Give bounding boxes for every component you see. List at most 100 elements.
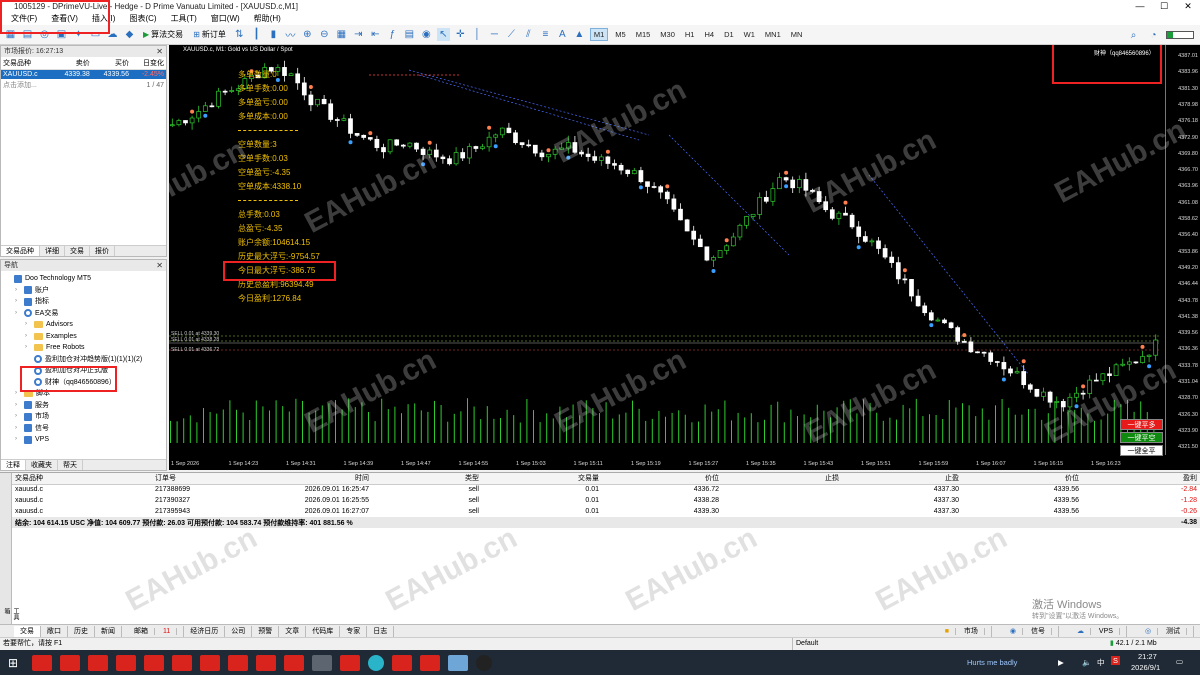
notification-center-icon[interactable]: ▭: [1176, 657, 1183, 666]
signals-link[interactable]: ◉ 信号: [998, 626, 1059, 637]
position-tp[interactable]: 4337.30: [842, 495, 962, 506]
menu-help[interactable]: 帮助(H): [247, 13, 288, 24]
position-row[interactable]: xauusd.c 217388699 2026.09.01 16:25:47 s…: [12, 484, 1200, 495]
col-bid[interactable]: 卖价: [52, 57, 92, 70]
clock-date[interactable]: 2026/9/1: [1131, 663, 1160, 672]
mt5-app-icon[interactable]: [284, 654, 305, 671]
shapes-icon[interactable]: ▲: [573, 28, 586, 41]
tab-news[interactable]: 新闻: [95, 625, 122, 637]
windows-start-icon[interactable]: ⊞: [8, 656, 18, 670]
horizontal-line-icon[interactable]: ─: [488, 28, 501, 41]
expand-arrow-icon[interactable]: ›: [15, 434, 21, 446]
tab-favorites[interactable]: 收藏夹: [26, 460, 58, 470]
menu-tools[interactable]: 工具(T): [164, 13, 204, 24]
mt5-app-icon[interactable]: [172, 654, 193, 671]
nav-item[interactable]: › EA交易: [3, 308, 166, 320]
tab-symbols[interactable]: 交易品种: [1, 246, 40, 256]
vertical-line-icon[interactable]: │: [471, 28, 484, 41]
timeframe-mn[interactable]: MN: [788, 29, 806, 40]
col-time[interactable]: 时间: [272, 473, 372, 485]
tab-exposure[interactable]: 敞口: [41, 625, 68, 637]
tester-link[interactable]: ◎ 测试: [1133, 626, 1194, 637]
nav-item[interactable]: › 市场: [3, 411, 166, 423]
nav-item[interactable]: › 信号: [3, 423, 166, 435]
minimize-button[interactable]: —: [1128, 0, 1152, 12]
indicators-icon[interactable]: ƒ: [386, 28, 399, 41]
nav-item[interactable]: › Free Robots: [3, 342, 166, 354]
timeframe-m5[interactable]: M5: [612, 29, 628, 40]
autoscroll-icon[interactable]: ⇥: [352, 28, 365, 41]
mt5-app-icon[interactable]: [144, 654, 165, 671]
expand-arrow-icon[interactable]: ›: [15, 296, 21, 308]
ide-icon[interactable]: ◆: [123, 28, 136, 41]
position-tp[interactable]: 4337.30: [842, 506, 962, 517]
trendline-icon[interactable]: ⟋: [505, 28, 518, 41]
edge-browser-icon[interactable]: [368, 654, 385, 671]
timeframe-h4[interactable]: H4: [701, 29, 717, 40]
mt5-app-icon[interactable]: [60, 654, 81, 671]
col-type[interactable]: 类型: [372, 473, 482, 485]
nav-item[interactable]: › 指标: [3, 296, 166, 308]
tab-mailbox[interactable]: 邮箱 11: [122, 625, 185, 637]
col-symbol[interactable]: 交易品种: [1, 57, 53, 70]
add-symbol-row[interactable]: 点击添加... 1 / 47: [1, 79, 166, 91]
expand-arrow-icon[interactable]: ›: [15, 400, 21, 412]
position-sl[interactable]: [722, 484, 842, 495]
col-sl[interactable]: 止损: [722, 473, 842, 485]
col-ticket[interactable]: 订单号: [152, 473, 272, 485]
col-current[interactable]: 价位: [962, 473, 1082, 485]
chart-shift-icon[interactable]: ⇤: [369, 28, 382, 41]
mt5-app-icon[interactable]: [88, 654, 109, 671]
col-price[interactable]: 价位: [602, 473, 722, 485]
timeframe-m30[interactable]: M30: [657, 29, 678, 40]
tab-chat[interactable]: 帮天: [58, 460, 83, 470]
expand-arrow-icon[interactable]: ›: [25, 342, 31, 354]
depth-icon[interactable]: ⇅: [233, 28, 246, 41]
close-icon[interactable]: ✕: [156, 46, 163, 57]
nav-item[interactable]: › Advisors: [3, 319, 166, 331]
media-play-icon[interactable]: ▶: [1058, 658, 1064, 667]
close-all-button[interactable]: 一键全平: [1120, 445, 1163, 456]
tab-codebase[interactable]: 代码库: [306, 625, 341, 637]
timeframe-m1[interactable]: M1: [589, 28, 609, 41]
cft-app-icon[interactable]: [312, 654, 333, 671]
menu-chart[interactable]: 图表(C): [122, 13, 163, 24]
notifications-icon[interactable]: ◔: [1147, 29, 1160, 42]
grid-icon[interactable]: ▦: [335, 28, 348, 41]
tab-journal[interactable]: 日志: [367, 625, 395, 637]
timeframe-mn1[interactable]: MN1: [762, 29, 784, 40]
tab-calendar[interactable]: 经济日历: [184, 625, 226, 637]
timeframe-m15[interactable]: M15: [633, 29, 654, 40]
tab-ticks[interactable]: 报价: [90, 246, 115, 256]
position-sl[interactable]: [722, 495, 842, 506]
tab-details[interactable]: 详细: [40, 246, 65, 256]
mt5-app-icon[interactable]: [392, 654, 413, 671]
col-profit[interactable]: 盈利: [1082, 473, 1200, 485]
channel-icon[interactable]: ⫽: [522, 28, 535, 41]
tab-history[interactable]: 历史: [68, 625, 95, 637]
close-window-button[interactable]: ✕: [1176, 0, 1200, 12]
col-ask[interactable]: 买价: [91, 57, 131, 70]
expand-arrow-icon[interactable]: ›: [15, 423, 21, 435]
position-row[interactable]: xauusd.c 217395943 2026.09.01 16:27:07 s…: [12, 506, 1200, 517]
ime-indicator[interactable]: 中: [1097, 657, 1105, 668]
qq-app-icon[interactable]: [476, 654, 493, 671]
timeframe-w1[interactable]: W1: [741, 29, 758, 40]
nav-item[interactable]: › 服务: [3, 400, 166, 412]
position-tp[interactable]: 4337.30: [842, 484, 962, 495]
bar-chart-icon[interactable]: ┃: [250, 28, 263, 41]
menu-window[interactable]: 窗口(W): [204, 13, 247, 24]
close-icon[interactable]: ✕: [156, 260, 163, 271]
price-chart[interactable]: XAUUSD.c, M1: Gold vs US Dollar / Spot 财…: [169, 45, 1200, 470]
nav-item[interactable]: › VPS: [3, 434, 166, 446]
maximize-button[interactable]: ☐: [1152, 0, 1176, 12]
mt5-app-icon[interactable]: [420, 654, 441, 671]
notepad-icon[interactable]: [448, 654, 469, 671]
col-symbol[interactable]: 交易品种: [12, 473, 152, 485]
mt5-app-icon[interactable]: [340, 654, 361, 671]
zoom-out-icon[interactable]: ⊖: [318, 28, 331, 41]
candles-icon[interactable]: ▮: [267, 28, 280, 41]
line-chart-icon[interactable]: 〰: [284, 28, 297, 42]
music-now-playing[interactable]: Hurts me badly: [967, 658, 1017, 667]
timeframe-d1[interactable]: D1: [721, 29, 737, 40]
